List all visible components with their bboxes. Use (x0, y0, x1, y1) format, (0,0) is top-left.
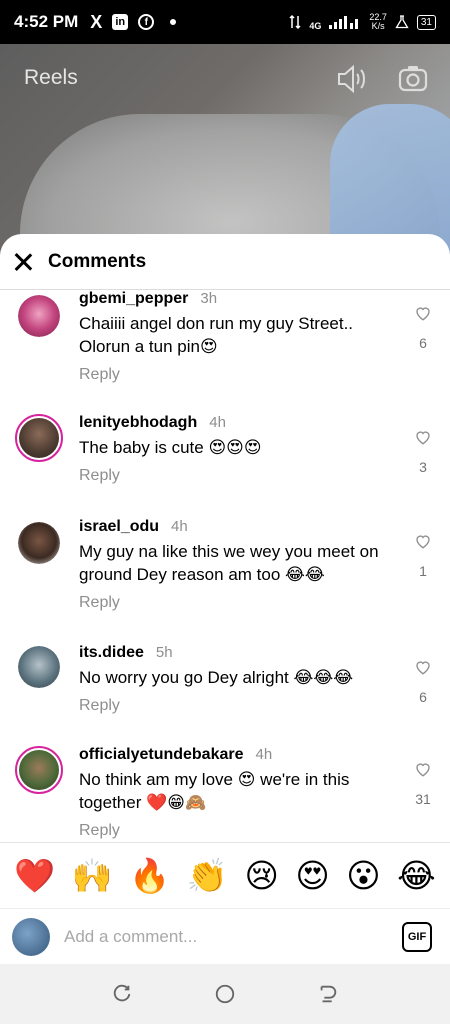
like-count: 6 (419, 689, 427, 705)
comment-header: officialyetundebakare 4h (79, 746, 392, 764)
comment-body: lenityebhodagh 4h The baby is cute 😍😍😍 R… (79, 414, 392, 485)
comment-text: No think am my love 😍 we're in this toge… (79, 770, 350, 812)
speaker-icon[interactable] (336, 64, 368, 94)
reply-button[interactable]: Reply (79, 467, 392, 485)
emoji-fire-button[interactable]: 🔥 (129, 856, 170, 896)
avatar[interactable] (15, 746, 63, 794)
emoji-clap-button[interactable]: 👏 (187, 856, 228, 896)
signal-icon (329, 16, 359, 29)
comment-time: 4h (209, 414, 226, 431)
comments-title: Comments (48, 250, 147, 272)
reel-controls (336, 64, 428, 94)
comment-header: its.didee 5h (79, 644, 392, 662)
avatar[interactable] (15, 414, 63, 462)
home-icon[interactable] (214, 983, 236, 1005)
network-type-label: 4G (309, 21, 322, 31)
heart-icon (416, 661, 430, 675)
comment-time: 5h (155, 644, 173, 661)
comment-body: gbemi_pepper 3h Chaiiii angel don run my… (79, 290, 392, 384)
reels-title: Reels (24, 66, 78, 89)
comment-time: 4h (255, 746, 273, 763)
linkedin-icon: in (112, 14, 129, 30)
recent-apps-icon[interactable] (111, 983, 133, 1005)
reply-button[interactable]: Reply (79, 594, 392, 612)
comment-text: No worry you go Dey alright 😂😂😂 (79, 668, 354, 687)
more-notifications-dot-icon (170, 19, 177, 25)
like-button[interactable]: 6 (412, 658, 434, 705)
data-arrows-icon (289, 14, 301, 30)
like-button[interactable]: 3 (412, 428, 434, 475)
heart-icon (416, 763, 430, 777)
comment-body: israel_odu 4h My guy na like this we wey… (79, 518, 392, 612)
comment-time: 3h (200, 290, 218, 307)
comment-username[interactable]: gbemi_pepper (79, 290, 188, 308)
emoji-reaction-bar: ❤️ 🙌 🔥 👏 😢 😍 😮 😂 (0, 842, 450, 908)
reply-button[interactable]: Reply (79, 697, 392, 715)
current-user-avatar (12, 917, 50, 956)
like-button[interactable]: 6 (412, 304, 434, 351)
comment-text: My guy na like this we wey you meet on g… (79, 542, 379, 584)
battery-indicator: 31 (416, 14, 436, 30)
gif-button[interactable]: GIF (402, 921, 432, 952)
comments-header: Comments (0, 234, 450, 290)
emoji-crying-button[interactable]: 😢 (244, 856, 278, 895)
comment-header: gbemi_pepper 3h (79, 290, 392, 308)
emoji-heart-button[interactable]: ❤️ (14, 856, 55, 896)
emoji-raised-hands-button[interactable]: 🙌 (72, 856, 113, 896)
emoji-laughing-button[interactable]: 😂 (397, 856, 436, 895)
close-icon[interactable] (12, 251, 34, 273)
network-speed-unit: K/s (371, 21, 385, 31)
like-count: 3 (419, 459, 427, 475)
like-count: 1 (419, 563, 427, 579)
comment-input[interactable] (64, 926, 402, 947)
avatar[interactable] (18, 646, 60, 688)
system-nav-bar (0, 964, 450, 1024)
comment-time: 4h (171, 518, 188, 535)
like-button[interactable]: 1 (412, 532, 434, 579)
emoji-heart-eyes-button[interactable]: 😍 (295, 856, 329, 895)
comment-composer: GIF (0, 908, 450, 964)
notification-icons: X in f (90, 11, 177, 33)
facebook-icon: f (138, 14, 155, 30)
comment-username[interactable]: lenityebhodagh (79, 414, 197, 432)
reply-button[interactable]: Reply (79, 822, 392, 840)
comment-username[interactable]: its.didee (79, 644, 144, 662)
emoji-surprised-button[interactable]: 😮 (346, 856, 380, 895)
status-time: 4:52 PM (14, 12, 79, 31)
comment-text: Chaiiii angel don run my guy Street.. Ol… (79, 314, 354, 356)
flask-icon (395, 15, 409, 29)
comment-username[interactable]: israel_odu (79, 518, 159, 536)
comment-username[interactable]: officialyetundebakare (79, 746, 244, 764)
status-bar: 4:52 PM X in f 4G 22.7 K/s 31 (0, 0, 450, 44)
like-count: 31 (415, 791, 431, 807)
comment-header: israel_odu 4h (79, 518, 392, 536)
avatar[interactable] (18, 522, 60, 564)
camera-icon[interactable] (398, 64, 428, 92)
back-icon[interactable] (317, 983, 339, 1005)
like-count: 6 (419, 335, 427, 351)
comment-header: lenityebhodagh 4h (79, 414, 392, 432)
heart-icon (416, 307, 430, 321)
system-status-icons: 4G 22.7 K/s 31 (289, 13, 436, 31)
comment-body: its.didee 5h No worry you go Dey alright… (79, 644, 392, 715)
like-button[interactable]: 31 (412, 760, 434, 807)
reel-video-background[interactable]: Reels (0, 44, 450, 264)
heart-icon (416, 535, 430, 549)
x-app-icon: X (90, 11, 103, 32)
comment-text: The baby is cute 😍😍😍 (79, 438, 262, 457)
avatar[interactable] (18, 295, 60, 337)
network-speed: 22.7 K/s (369, 13, 387, 31)
reply-button[interactable]: Reply (79, 366, 392, 384)
heart-icon (416, 431, 430, 445)
comment-body: officialyetundebakare 4h No think am my … (79, 746, 392, 840)
